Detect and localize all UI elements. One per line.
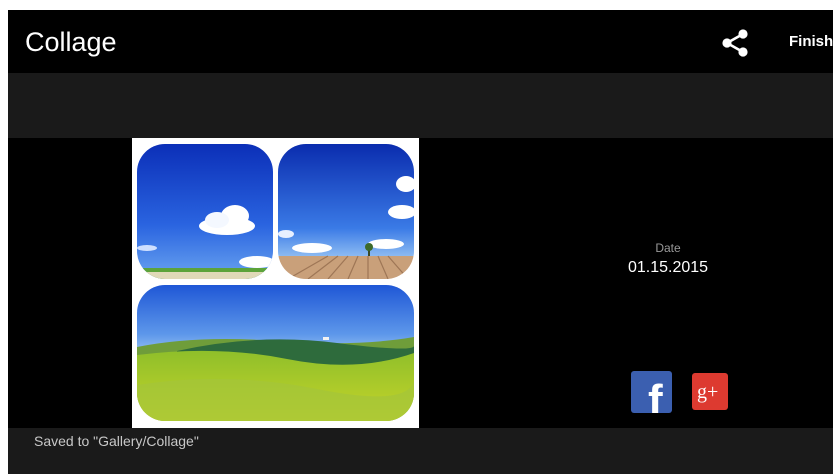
finish-button[interactable]: Finish [789,33,833,50]
collage-tile-field[interactable] [278,144,414,279]
date-value: 01.15.2015 [627,259,709,276]
saved-status-message: Saved to "Gallery/Collage" [34,433,199,449]
status-bar: Saved to "Gallery/Collage" [8,428,833,474]
share-icon [722,29,748,57]
collage-tile-hills[interactable] [137,285,414,421]
photo-info: Date 01.15.2015 [608,241,728,277]
green-hills-landscape-photo [137,285,414,421]
collage-screen: Collage Finish Date 01.15.2015 f g+ Save… [8,10,833,474]
facebook-glyph: f [648,376,663,413]
collage-preview [132,138,419,428]
google-plus-icon: g+ [697,381,718,403]
plowed-field-sky-photo [278,144,414,279]
facebook-share-button[interactable]: f [631,371,672,413]
sky-with-cloud-photo [137,144,273,279]
share-button[interactable] [720,28,750,58]
app-bar: Collage Finish [8,10,833,73]
date-label: Date [655,241,681,255]
google-plus-share-button[interactable]: g+ [692,373,728,410]
facebook-icon: f [648,376,663,413]
google-plus-glyph: g+ [697,381,718,403]
toolbar-area [8,73,833,138]
collage-tile-sky[interactable] [137,144,273,279]
page-title: Collage [25,27,117,57]
